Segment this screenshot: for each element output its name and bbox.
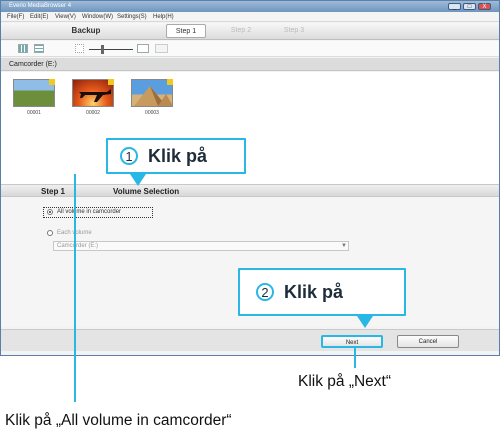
caption-all-volume: Klik på „All volume in camcorder“ [5,412,232,429]
callout-2-leader-line [354,346,356,368]
thumbnail-caption: 00002 [86,110,100,116]
callout-1-pointer [130,174,146,186]
thumbnail-caption: 00003 [145,110,159,116]
tab-step3: Step 3 [283,27,305,34]
new-badge-icon [108,79,114,85]
caption-next: Klik på „Next“ [298,373,392,390]
callout-1-leader-line [74,174,76,402]
menu-window[interactable]: Window(W) [82,12,113,22]
menu-edit[interactable]: Edit(E) [30,12,48,22]
new-badge-icon [49,79,55,85]
menu-settings[interactable]: Settings(S) [117,12,147,22]
window-title: Everio MediaBrowser 4 [9,3,72,9]
menu-bar: File(F) Edit(E) View(V) Window(W) Settin… [1,12,499,22]
list-view-icon[interactable] [34,44,44,53]
callout-1-number: 1 [120,147,138,165]
callout-1: 1 Klik på [106,138,246,174]
each-volume-radio[interactable] [47,230,53,236]
maximize-button[interactable]: □ [463,3,476,10]
zoom-slider-handle[interactable] [101,45,104,54]
tab-step1[interactable]: Step 1 [166,24,206,38]
all-volume-radio[interactable] [47,209,53,215]
next-button[interactable]: Next [321,335,383,348]
close-button[interactable]: X [478,3,491,10]
all-volume-label[interactable]: All volume in camcorder [57,208,121,216]
grid-view-icon[interactable] [18,44,28,53]
cancel-button[interactable]: Cancel [397,335,459,348]
device-select[interactable]: Camcorder (E:) [53,241,349,251]
toolbar [1,41,499,57]
callout-2-number: 2 [256,283,274,301]
zoom-in-icon[interactable] [137,44,149,53]
zoom-slider-track[interactable] [89,49,133,50]
zoom-out-icon[interactable] [75,44,84,53]
rotate-icon [155,44,168,53]
callout-2-text: Klik på [284,282,344,302]
source-label: Camcorder (E:) [9,61,57,68]
chevron-down-icon[interactable]: ▼ [341,241,347,251]
minimize-button[interactable]: _ [448,3,461,10]
title-bar: Everio MediaBrowser 4 _ □ X [1,1,499,12]
menu-view[interactable]: View(V) [55,12,76,22]
source-header: Camcorder (E:) [1,58,499,71]
callout-2: 2 Klik på [238,268,406,316]
callout-1-text: Klik på [148,146,208,166]
new-badge-icon [167,79,173,85]
menu-file[interactable]: File(F) [7,12,24,22]
callout-2-pointer [357,316,373,328]
menu-help[interactable]: Help(H) [153,12,174,22]
tab-step2: Step 2 [230,27,252,34]
thumbnail-caption: 00001 [27,110,41,116]
wizard-nav: Backup Step 1 Step 2 Step 3 [1,23,499,40]
thumbnail-area: 00001 00002 00003 [1,72,499,184]
tab-backup[interactable]: Backup [26,24,146,38]
